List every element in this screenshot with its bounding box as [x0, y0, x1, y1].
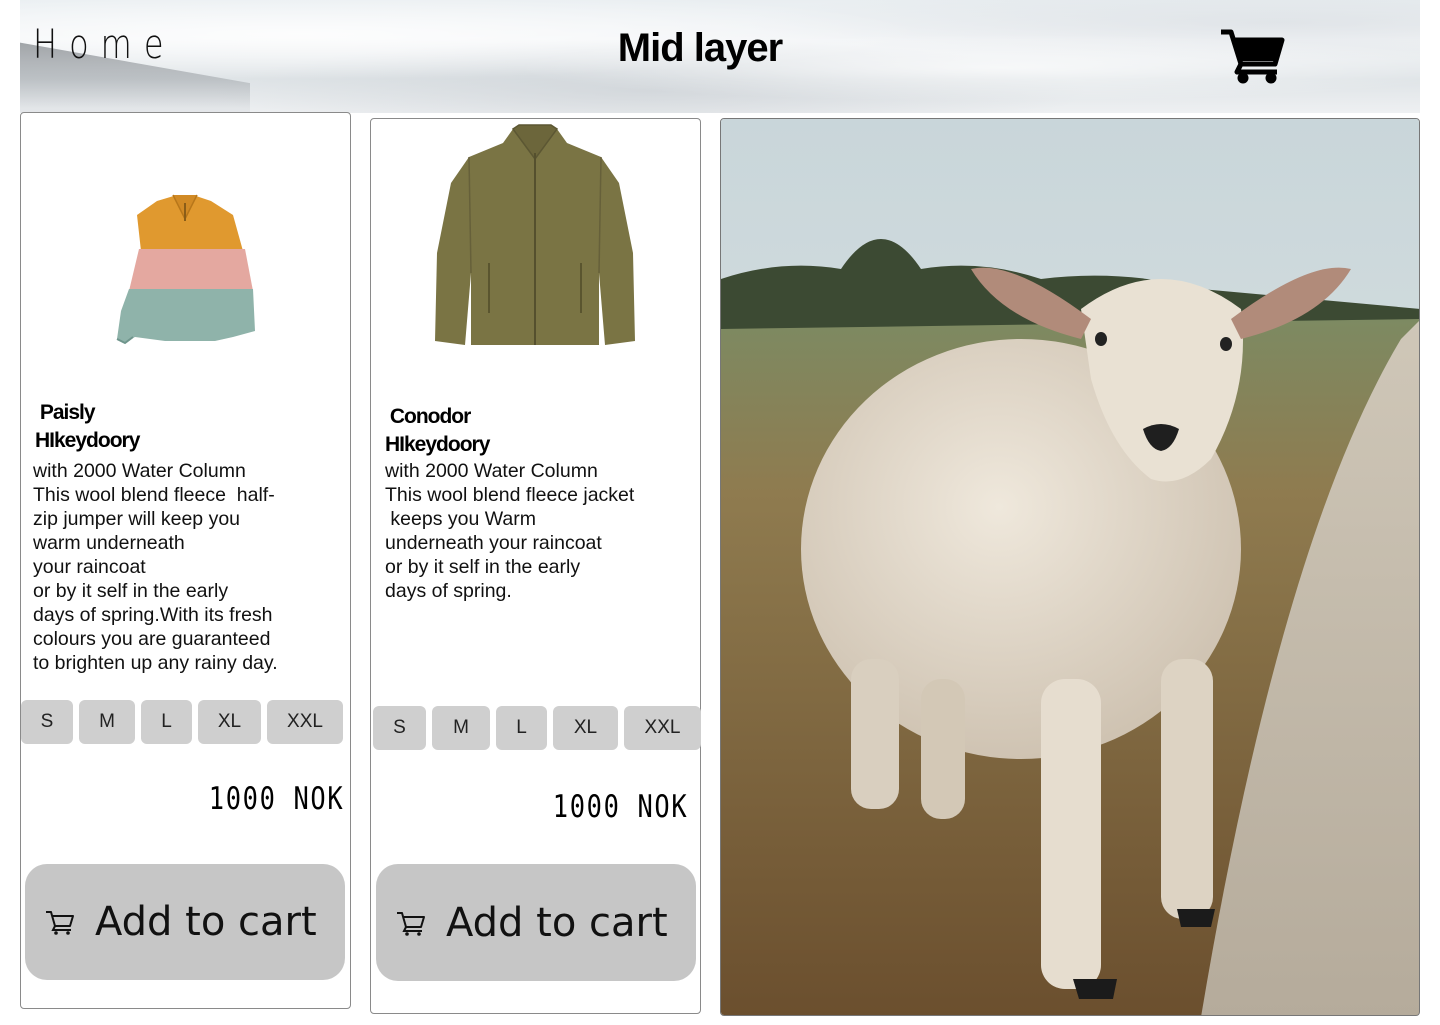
- shopping-cart-icon[interactable]: [1219, 28, 1285, 84]
- half-zip-jumper-image[interactable]: [115, 191, 255, 351]
- size-button-xxl[interactable]: XXL: [267, 700, 343, 744]
- cart-outline-icon: [46, 911, 74, 935]
- size-button-l[interactable]: L: [141, 700, 192, 744]
- size-button-xxl[interactable]: XXL: [624, 706, 701, 750]
- page-title: Mid layer: [617, 26, 783, 70]
- size-button-m[interactable]: M: [432, 706, 490, 750]
- hero-sheep-photo: [720, 118, 1420, 1016]
- size-button-s[interactable]: S: [373, 706, 426, 750]
- product-price: 1000 NOK: [552, 789, 688, 825]
- sheep-illustration: [721, 119, 1419, 1015]
- size-selector: S M L XL XXL: [373, 706, 701, 750]
- product-name: Paisly HIkeydoory: [35, 401, 140, 452]
- size-button-s[interactable]: S: [21, 700, 73, 744]
- size-selector: S M L XL XXL: [21, 700, 343, 744]
- size-button-xl[interactable]: XL: [198, 700, 261, 744]
- cart-outline-icon: [397, 911, 425, 936]
- size-button-l[interactable]: L: [496, 706, 547, 750]
- add-to-cart-button[interactable]: Add to cart: [25, 864, 345, 980]
- product-card-paisly: Paisly HIkeydoory with 2000 Water Column…: [20, 112, 351, 1009]
- add-to-cart-button[interactable]: Add to cart: [376, 864, 696, 981]
- product-description: with 2000 Water Column This wool blend f…: [385, 460, 635, 602]
- size-button-xl[interactable]: XL: [553, 706, 618, 750]
- product-description: with 2000 Water Column This wool blend f…: [33, 460, 278, 674]
- product-card-conodor: Conodor HIkeydoory with 2000 Water Colum…: [370, 118, 701, 1014]
- add-to-cart-label: Add to cart: [446, 899, 668, 946]
- add-to-cart-label: Add to cart: [95, 899, 317, 945]
- product-price: 1000 NOK: [208, 781, 344, 817]
- home-link[interactable]: Home: [33, 22, 176, 68]
- product-name: Conodor HIkeydoory: [385, 405, 490, 456]
- size-button-m[interactable]: M: [79, 700, 135, 744]
- fleece-jacket-image[interactable]: [433, 123, 637, 351]
